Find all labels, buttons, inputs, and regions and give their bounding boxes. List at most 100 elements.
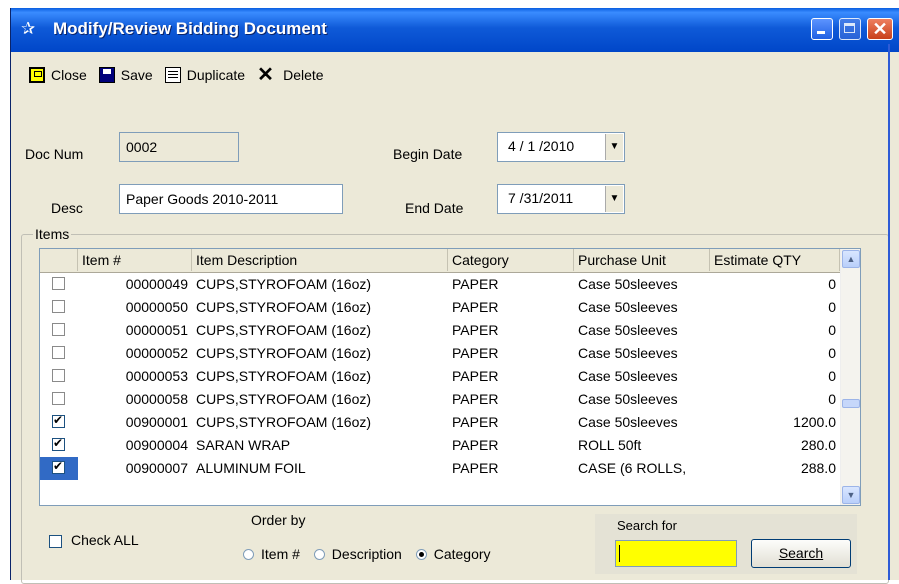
cell-purchase-unit: Case 50sleeves (578, 276, 678, 292)
row-checkbox-cell[interactable] (40, 342, 78, 365)
scroll-up-icon[interactable]: ▲ (842, 250, 860, 268)
row-checkbox-cell[interactable] (40, 434, 78, 457)
order-by-label: Order by (251, 512, 306, 528)
row-checkbox[interactable] (52, 323, 65, 336)
row-checkbox-cell[interactable] (40, 457, 78, 480)
row-checkbox[interactable] (52, 277, 65, 290)
table-row[interactable]: 00000050 CUPS,STYROFOAM (16oz) PAPER Case 5… (40, 296, 840, 319)
table-row[interactable]: 00900001 CUPS,STYROFOAM (16oz) PAPER Case 5… (40, 411, 840, 434)
row-checkbox-cell[interactable] (40, 365, 78, 388)
cell-item-number: 00900004 (125, 437, 188, 453)
doc-num-field[interactable]: 0002 (119, 132, 239, 162)
order-description-radio[interactable]: Description (313, 546, 402, 562)
row-checkbox[interactable] (52, 300, 65, 313)
end-date-picker[interactable]: 7 /31/2011 ▼ (497, 184, 625, 214)
close-window-button[interactable]: ✕ (867, 18, 893, 40)
header-item-description[interactable]: Item Description (192, 249, 448, 271)
order-item-radio[interactable]: Item # (243, 546, 300, 562)
cell-item-number: 00900001 (125, 414, 188, 430)
row-checkbox[interactable] (52, 346, 65, 359)
search-button[interactable]: Search (751, 539, 851, 568)
scroll-thumb[interactable] (842, 399, 860, 408)
cell-category: PAPER (452, 437, 499, 453)
cell-item-number: 00000053 (125, 368, 188, 384)
cell-category: PAPER (452, 414, 499, 430)
cell-item-description: CUPS,STYROFOAM (16oz) (196, 345, 372, 361)
begin-date-value: 4 / 1 /2010 (508, 138, 575, 154)
close-button[interactable]: Close (29, 67, 87, 83)
window-title: Modify/Review Bidding Document (53, 19, 327, 38)
cell-item-description: CUPS,STYROFOAM (16oz) (196, 276, 372, 292)
cell-estimate-qty: 1200.0 (793, 414, 836, 430)
order-by-options: Item # Description Category (243, 546, 491, 562)
row-checkbox[interactable] (52, 435, 65, 451)
maximize-button[interactable] (839, 18, 861, 40)
close-doc-icon (29, 67, 45, 83)
radio-icon (313, 549, 325, 560)
cell-estimate-qty: 0 (828, 368, 836, 384)
cell-item-description: SARAN WRAP (196, 437, 291, 453)
doc-num-label: Doc Num (25, 146, 84, 162)
floppy-disk-icon (98, 67, 115, 83)
row-checkbox[interactable] (52, 392, 65, 405)
header-check (40, 249, 78, 271)
delete-x-icon: ✕ (257, 64, 274, 86)
end-date-value: 7 /31/2011 (508, 190, 574, 206)
duplicate-button[interactable]: Duplicate (164, 67, 245, 83)
table-row[interactable]: 00900004 SARAN WRAP PAPER ROLL 50ft 280.0 (40, 434, 840, 457)
table-row[interactable]: 00000058 CUPS,STYROFOAM (16oz) PAPER Case 5… (40, 388, 840, 411)
delete-button[interactable]: ✕ Delete (257, 64, 324, 86)
radio-icon (243, 549, 254, 560)
cell-category: PAPER (452, 276, 499, 292)
row-checkbox-cell[interactable] (40, 411, 78, 434)
save-button[interactable]: Save (98, 67, 153, 83)
cell-category: PAPER (452, 368, 499, 384)
check-all-checkbox[interactable] (49, 535, 62, 548)
check-all-label: Check ALL (71, 532, 139, 548)
cell-item-description: CUPS,STYROFOAM (16oz) (196, 322, 372, 338)
header-category[interactable]: Category (448, 249, 574, 271)
cell-estimate-qty: 0 (828, 276, 836, 292)
table-row[interactable]: 00000049 CUPS,STYROFOAM (16oz) PAPER Case 5… (40, 273, 840, 296)
items-grid[interactable]: Item # Item Description Category Purchas… (39, 248, 861, 506)
row-checkbox[interactable] (52, 412, 65, 428)
cell-item-number: 00000052 (125, 345, 188, 361)
chevron-down-icon[interactable]: ▼ (605, 134, 623, 160)
cell-item-description: CUPS,STYROFOAM (16oz) (196, 368, 372, 384)
cell-category: PAPER (452, 299, 499, 315)
grid-scrollbar[interactable]: ▲ ▼ (840, 249, 860, 505)
row-checkbox-cell[interactable] (40, 296, 78, 319)
table-row[interactable]: 00900007 ALUMINUM FOIL PAPER CASE (6 ROLLS,… (40, 457, 840, 480)
begin-date-label: Begin Date (393, 146, 463, 162)
cell-category: PAPER (452, 322, 499, 338)
header-purchase-unit[interactable]: Purchase Unit (574, 249, 710, 271)
cell-category: PAPER (452, 345, 499, 361)
row-checkbox-cell[interactable] (40, 319, 78, 342)
title-bar[interactable]: ✰ Modify/Review Bidding Document ✕ (11, 8, 899, 52)
grid-header: Item # Item Description Category Purchas… (40, 249, 840, 273)
window-border (888, 44, 890, 580)
row-checkbox[interactable] (52, 369, 65, 382)
header-estimate-qty[interactable]: Estimate QTY (710, 249, 840, 271)
order-category-radio[interactable]: Category (415, 546, 491, 562)
cell-item-description: ALUMINUM FOIL (196, 460, 306, 476)
header-item-number[interactable]: Item # (78, 249, 192, 271)
begin-date-picker[interactable]: 4 / 1 /2010 ▼ (497, 132, 625, 162)
text-caret (619, 545, 620, 562)
cell-item-number: 00000051 (125, 322, 188, 338)
chevron-down-icon[interactable]: ▼ (605, 186, 623, 212)
delete-button-label: Delete (283, 67, 324, 83)
table-row[interactable]: 00000052 CUPS,STYROFOAM (16oz) PAPER Case 5… (40, 342, 840, 365)
search-input[interactable] (615, 540, 737, 567)
table-row[interactable]: 00000051 CUPS,STYROFOAM (16oz) PAPER Case 5… (40, 319, 840, 342)
cell-item-description: CUPS,STYROFOAM (16oz) (196, 414, 372, 430)
cell-estimate-qty: 0 (828, 299, 836, 315)
desc-field[interactable]: Paper Goods 2010-2011 (119, 184, 343, 214)
row-checkbox[interactable] (52, 458, 65, 474)
desc-label: Desc (51, 200, 83, 216)
row-checkbox-cell[interactable] (40, 273, 78, 296)
table-row[interactable]: 00000053 CUPS,STYROFOAM (16oz) PAPER Case 5… (40, 365, 840, 388)
minimize-button[interactable] (811, 18, 833, 40)
row-checkbox-cell[interactable] (40, 388, 78, 411)
scroll-down-icon[interactable]: ▼ (842, 486, 860, 504)
